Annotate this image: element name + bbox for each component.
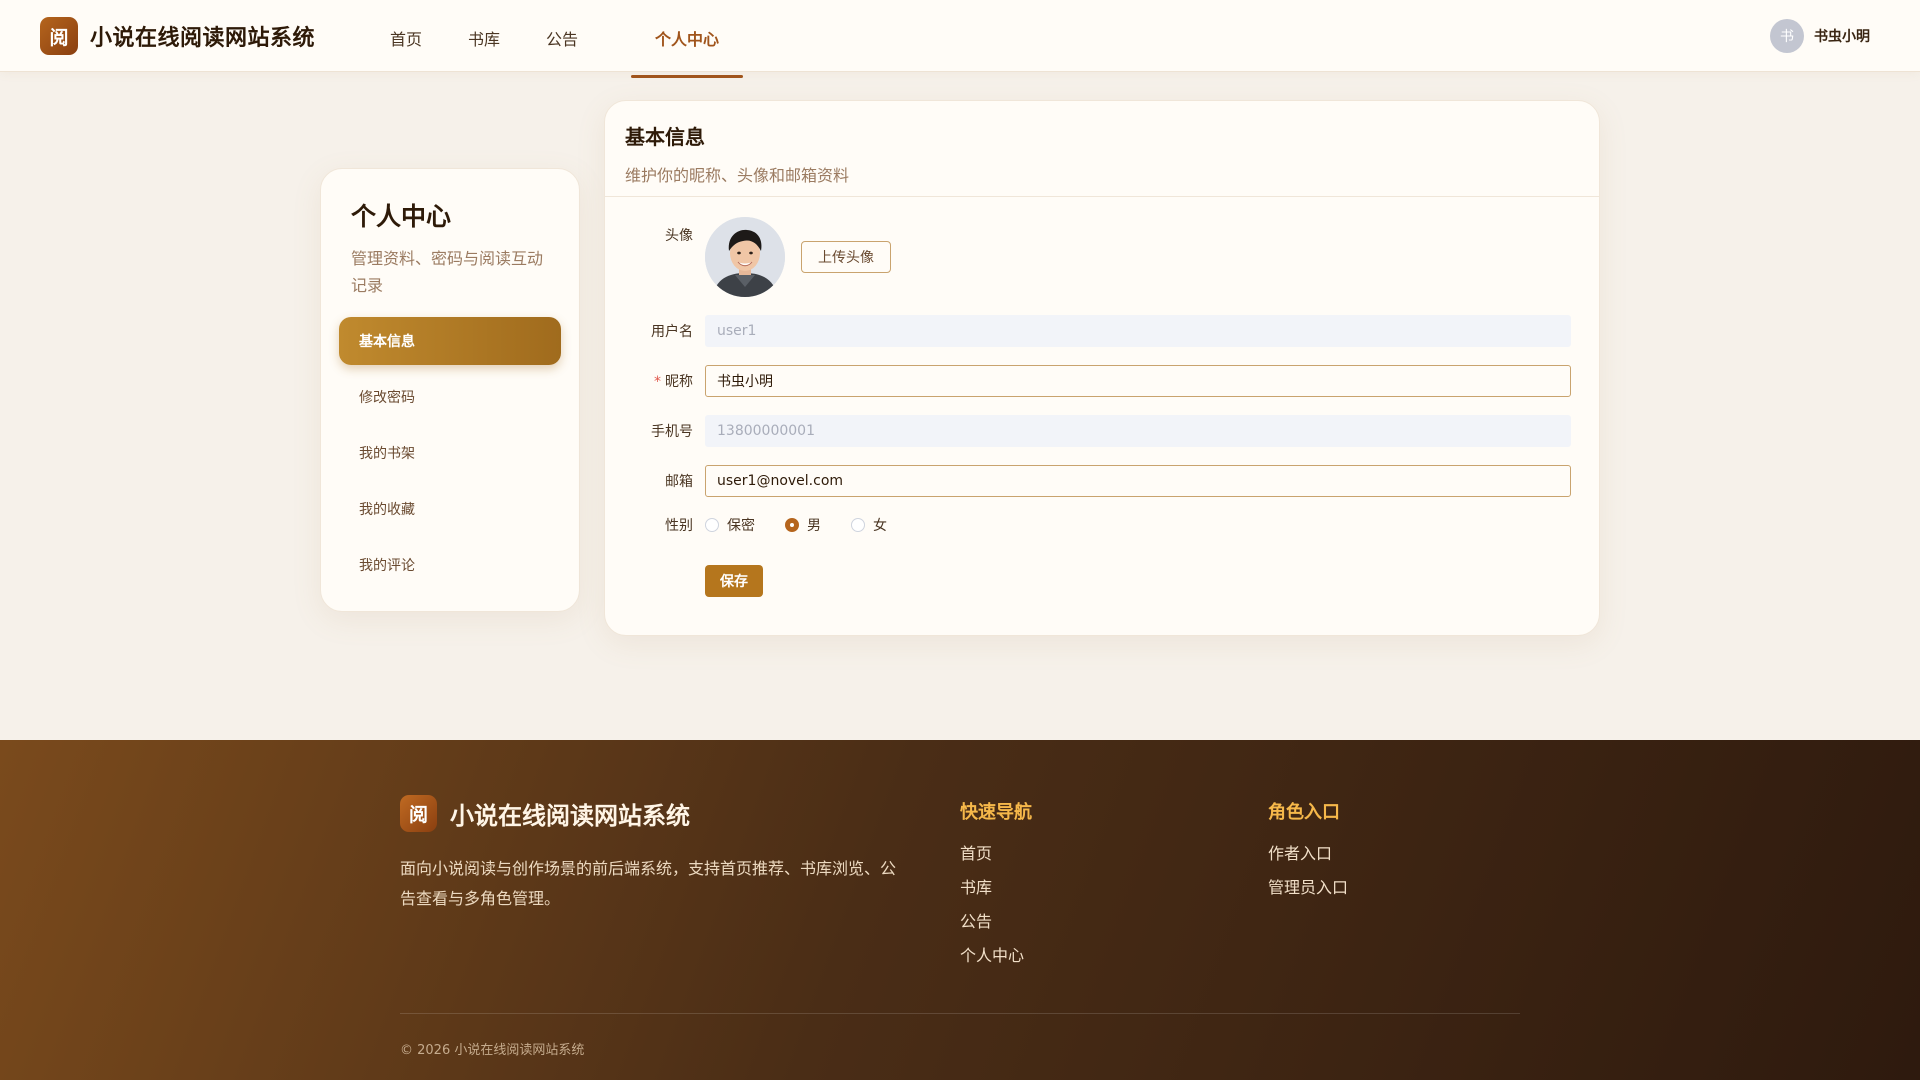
save-button[interactable]: 保存 [705, 565, 763, 597]
gender-radio-group: 保密 男 女 [705, 515, 887, 535]
user-menu[interactable]: 书 书虫小明 [1770, 19, 1870, 53]
footer-quick-nav-title: 快速导航 [960, 802, 1032, 823]
page-title: 基本信息 [625, 125, 705, 149]
email-label: 邮箱 [665, 474, 693, 490]
avatar[interactable]: 书 [1770, 19, 1804, 53]
username-field: user1 [705, 315, 1571, 347]
footer-roles-title: 角色入口 [1268, 802, 1340, 823]
profile-avatar-image [705, 217, 785, 297]
footer-link-announcements[interactable]: 公告 [960, 905, 1032, 939]
footer-logo: 阅 小说在线阅读网站系统 [400, 795, 690, 832]
radio-circle-icon[interactable] [705, 518, 719, 532]
logo-icon: 阅 [40, 17, 78, 55]
footer-link-library[interactable]: 书库 [960, 871, 1032, 905]
username-label: 用户名 [651, 324, 693, 340]
email-input[interactable]: user1@novel.com [705, 465, 1571, 497]
radio-label: 保密 [727, 518, 755, 534]
top-header: 阅 小说在线阅读网站系统 首页 书库 公告 个人中心 书 书虫小明 [0, 0, 1920, 78]
person-photo-icon [705, 217, 785, 297]
upload-avatar-button[interactable]: 上传头像 [801, 241, 891, 273]
footer-link-admin[interactable]: 管理员入口 [1268, 871, 1348, 905]
sidebar-desc: 管理资料、密码与阅读互动记录 [351, 249, 544, 295]
gender-row: 性别 保密 男 女 [605, 515, 1599, 535]
sidebar-item-basic-info[interactable]: 基本信息 [339, 317, 561, 365]
main-nav: 首页 书库 公告 个人中心 [373, 0, 753, 78]
footer-roles: 角色入口 作者入口 管理员入口 [1268, 798, 1348, 905]
footer-link-personal-center[interactable]: 个人中心 [960, 939, 1032, 973]
avatar-label: 头像 [665, 228, 693, 244]
required-mark: * [654, 374, 661, 390]
nickname-label: * 昵称 [605, 371, 705, 391]
site-footer: 阅 小说在线阅读网站系统 面向小说阅读与创作场景的前后端系统，支持首页推荐、书库… [0, 740, 1920, 1080]
nav-personal-center[interactable]: 个人中心 [631, 0, 744, 78]
sidebar-item-comments[interactable]: 我的评论 [339, 541, 561, 589]
sidebar-item-favorites[interactable]: 我的收藏 [339, 485, 561, 533]
footer-quick-nav: 快速导航 首页 书库 公告 个人中心 [960, 798, 1032, 973]
footer-copyright: © 2026 小说在线阅读网站系统 [400, 1043, 585, 1058]
phone-row: 手机号 13800000001 [605, 415, 1599, 447]
footer-link-author[interactable]: 作者入口 [1268, 837, 1348, 871]
radio-label: 女 [873, 518, 887, 534]
logo-icon: 阅 [400, 795, 437, 832]
radio-label: 男 [807, 518, 821, 534]
user-name[interactable]: 书虫小明 [1814, 26, 1870, 46]
nav-library[interactable]: 书库 [451, 0, 519, 76]
footer-divider [400, 1013, 1520, 1014]
username-row: 用户名 user1 [605, 315, 1599, 347]
card-header: 基本信息 维护你的昵称、头像和邮箱资料 [605, 101, 1599, 197]
sidebar-item-bookshelf[interactable]: 我的书架 [339, 429, 561, 477]
footer-site-title: 小说在线阅读网站系统 [450, 802, 690, 830]
sidebar-menu: 基本信息 修改密码 我的书架 我的收藏 我的评论 [339, 317, 561, 589]
save-row: 保存 [605, 565, 1599, 597]
nickname-row: * 昵称 书虫小明 [605, 365, 1599, 397]
profile-card: 基本信息 维护你的昵称、头像和邮箱资料 头像 上传头像 用户名 user1 * … [604, 100, 1600, 636]
gender-radio-female[interactable]: 女 [851, 515, 887, 535]
avatar-row: 头像 上传头像 [605, 217, 1599, 297]
page-subtitle: 维护你的昵称、头像和邮箱资料 [625, 166, 850, 185]
nickname-input[interactable]: 书虫小明 [705, 365, 1571, 397]
sidebar-item-change-password[interactable]: 修改密码 [339, 373, 561, 421]
site-logo[interactable]: 阅 小说在线阅读网站系统 [40, 17, 315, 55]
nav-announcements[interactable]: 公告 [529, 0, 597, 76]
gender-label: 性别 [665, 518, 693, 534]
nickname-label-text: 昵称 [665, 374, 693, 390]
gender-radio-male[interactable]: 男 [785, 515, 821, 535]
site-title: 小说在线阅读网站系统 [90, 26, 316, 51]
sidebar-card: 个人中心 管理资料、密码与阅读互动记录 基本信息 修改密码 我的书架 我的收藏 … [320, 168, 580, 612]
footer-desc: 面向小说阅读与创作场景的前后端系统，支持首页推荐、书库浏览、公告查看与多角色管理… [400, 859, 897, 908]
sidebar-title: 个人中心 [351, 202, 452, 231]
radio-checked-icon[interactable] [785, 518, 799, 532]
radio-circle-icon[interactable] [851, 518, 865, 532]
footer-link-home[interactable]: 首页 [960, 837, 1032, 871]
nav-home[interactable]: 首页 [373, 0, 441, 76]
phone-field: 13800000001 [705, 415, 1571, 447]
phone-label: 手机号 [651, 424, 693, 440]
gender-radio-secret[interactable]: 保密 [705, 515, 755, 535]
email-row: 邮箱 user1@novel.com [605, 465, 1599, 497]
